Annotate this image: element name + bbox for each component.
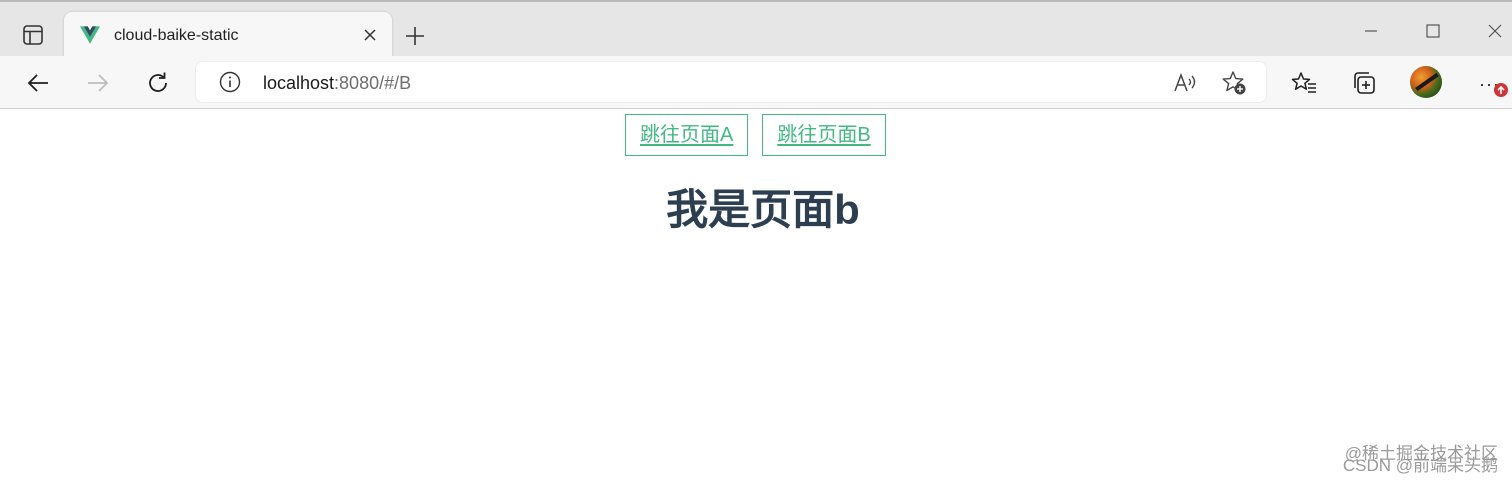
minimize-button[interactable] [1356, 16, 1386, 46]
forward-arrow-icon [88, 74, 109, 92]
url-host: localhost [263, 73, 335, 93]
minimize-icon [1365, 30, 1377, 32]
address-bar[interactable]: localhost:8080/#/B [196, 62, 1266, 102]
favorites-icon [1291, 72, 1316, 93]
vue-logo-icon [80, 26, 100, 44]
star-add-icon [1222, 71, 1246, 95]
tab-actions-icon [23, 25, 43, 45]
favorites-button[interactable] [1288, 67, 1320, 99]
url-text[interactable]: localhost:8080/#/B [263, 72, 411, 94]
page-heading: 我是页面b [666, 186, 860, 233]
forward-button[interactable] [82, 67, 114, 99]
collections-button[interactable] [1348, 67, 1380, 99]
link-page-a[interactable]: 跳往页面A [625, 114, 749, 156]
plus-icon [406, 27, 424, 45]
profile-avatar[interactable] [1410, 66, 1442, 98]
watermark-line-2: CSDN @前端呆头鹅 [1342, 456, 1498, 475]
add-favorite-button[interactable] [1220, 69, 1248, 97]
settings-more-button[interactable]: ··· [1474, 67, 1508, 99]
close-icon [1488, 24, 1502, 38]
refresh-button[interactable] [142, 67, 174, 99]
update-badge-icon [1494, 83, 1508, 97]
read-aloud-button[interactable] [1172, 69, 1200, 97]
url-path: :8080/#/B [334, 73, 412, 93]
page-content: 跳往页面A 跳往页面B 我是页面b [0, 109, 1512, 482]
browser-toolbar: localhost:8080/#/B ··· [0, 56, 1512, 109]
maximize-button[interactable] [1418, 16, 1448, 46]
tab-actions-button[interactable] [16, 20, 50, 50]
read-aloud-icon [1174, 72, 1196, 92]
window-close-button[interactable] [1480, 16, 1510, 46]
tab-title: cloud-baike-static [114, 27, 239, 44]
arrow-up-icon [1497, 85, 1505, 94]
link-page-b[interactable]: 跳往页面B [762, 114, 886, 156]
back-arrow-icon [27, 74, 48, 92]
tab-close-button[interactable] [360, 25, 380, 45]
refresh-icon [149, 72, 167, 92]
new-tab-button[interactable] [400, 21, 430, 51]
router-nav: 跳往页面A 跳往页面B [625, 114, 886, 156]
info-icon [219, 71, 241, 93]
site-info-button[interactable] [218, 70, 242, 94]
collections-icon [1354, 72, 1375, 94]
close-icon [364, 29, 376, 41]
browser-tab-active[interactable]: cloud-baike-static [64, 12, 392, 58]
back-button[interactable] [22, 67, 54, 99]
maximize-icon [1426, 24, 1440, 38]
tab-bar: cloud-baike-static [0, 0, 1512, 58]
